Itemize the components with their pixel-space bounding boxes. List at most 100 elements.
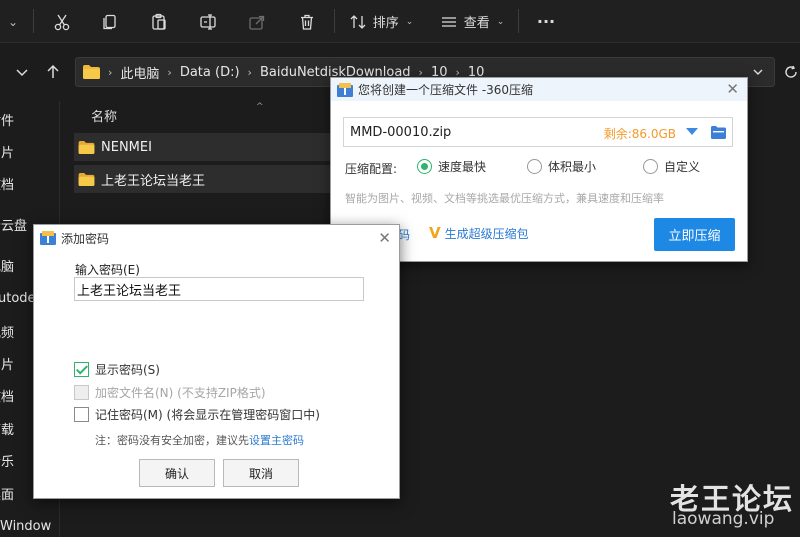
more-icon: ··· (536, 12, 556, 31)
chevron-right-icon: › (108, 65, 113, 79)
vip-v-icon: V (429, 224, 441, 242)
sidebar-item[interactable]: Window (0, 511, 59, 537)
share-icon (249, 15, 265, 30)
file-name: NENMEI (101, 139, 152, 155)
security-note: 注：密码没有安全加密，建议先设置主密码 (95, 432, 304, 448)
password-input[interactable]: 上老王论坛当老王 (74, 277, 364, 301)
radio-fastest[interactable]: 速度最快 (417, 158, 486, 175)
sidebar-item[interactable]: 附件 (0, 104, 48, 134)
file-row[interactable]: NENMEI (74, 133, 334, 161)
dialog-title: 添加密码 (61, 231, 110, 246)
folder-icon (78, 172, 95, 186)
password-input-label: 输入密码(E) (75, 263, 140, 277)
add-password-dialog: 添加密码 ✕ 输入密码(E) 上老王论坛当老王 显示密码(S) 加密文件名(N)… (33, 224, 400, 499)
view-label: 查看 (463, 16, 490, 31)
password-value: 上老王论坛当老王 (77, 283, 182, 299)
refresh-icon (785, 65, 797, 78)
checkbox-icon (74, 407, 89, 422)
set-master-password-link[interactable]: 设置主密码 (249, 434, 304, 447)
compress-hint: 智能为图片、视频、文档等挑选最优压缩方式，兼具速度和压缩率 (345, 192, 664, 205)
super-archive-label: 生成超级压缩包 (444, 226, 529, 241)
open-folder-icon[interactable] (711, 126, 726, 139)
radio-label: 自定义 (664, 160, 701, 174)
copy-icon (103, 14, 116, 29)
radio-custom[interactable]: 自定义 (643, 158, 700, 175)
archive-app-icon (337, 82, 353, 97)
view-menu[interactable]: 查看 ⌄ (438, 0, 506, 43)
config-label: 压缩配置: (345, 162, 398, 176)
note-text: 注：密码没有安全加密，建议先 (95, 434, 249, 447)
chevron-right-icon: › (247, 65, 252, 79)
close-icon[interactable]: ✕ (726, 80, 739, 98)
remember-password-checkbox[interactable]: 记住密码(M) (将会显示在管理密码窗口中) (74, 406, 320, 423)
file-row[interactable]: 上老王论坛当老王 (74, 165, 334, 193)
confirm-button[interactable]: 确认 (139, 459, 215, 487)
copy-button[interactable] (96, 0, 124, 43)
file-name: 上老王论坛当老王 (101, 173, 206, 189)
chevron-down-icon: ⌄ (496, 16, 505, 27)
breadcrumb-drive[interactable]: Data (D:) (180, 65, 240, 80)
scissors-icon (54, 14, 70, 30)
sidebar-item[interactable]: 图片 (0, 136, 48, 166)
chevron-down-icon (16, 69, 28, 77)
sort-menu[interactable]: 排序 ⌄ (346, 0, 416, 43)
share-button[interactable] (243, 0, 271, 43)
cut-button[interactable] (48, 0, 76, 43)
sort-icon (350, 14, 366, 29)
radio-label: 体积最小 (548, 160, 597, 174)
sort-caret-icon: ^ (256, 102, 264, 112)
chevron-down-icon (753, 69, 763, 75)
rename-icon (200, 13, 216, 30)
cancel-button[interactable]: 取消 (223, 459, 299, 487)
arrow-up-icon (47, 64, 59, 78)
radio-icon (643, 159, 658, 174)
expand-nav-button[interactable] (12, 43, 32, 101)
new-menu-caret[interactable]: ⌄ (0, 0, 22, 43)
sort-label: 排序 (372, 16, 399, 31)
view-list-icon (441, 16, 456, 27)
checkbox-label: 显示密码(S) (95, 363, 160, 377)
dropdown-arrow-icon[interactable] (686, 128, 698, 135)
dialog-titlebar: 添加密码 (34, 225, 399, 251)
address-history-button[interactable] (748, 43, 768, 101)
checkbox-label: 加密文件名(N) (不支持ZIP格式) (95, 386, 266, 400)
checkbox-label: 记住密码(M) (将会显示在管理密码窗口中) (95, 408, 320, 422)
breadcrumb-this-pc[interactable]: 此电脑 (120, 63, 159, 82)
column-header-name[interactable]: 名称 ^ (91, 102, 264, 125)
toolbar-divider (518, 9, 519, 33)
delete-button[interactable] (293, 0, 321, 43)
up-button[interactable] (42, 43, 64, 101)
more-options-button[interactable]: ··· (533, 0, 559, 43)
close-icon[interactable]: ✕ (378, 229, 391, 247)
rename-button[interactable] (194, 0, 222, 43)
folder-icon (83, 65, 100, 79)
column-header-label: 名称 (91, 110, 118, 125)
archive-app-icon (40, 231, 56, 245)
encrypt-filenames-checkbox[interactable]: 加密文件名(N) (不支持ZIP格式) (74, 384, 266, 401)
paste-button[interactable] (145, 0, 173, 43)
clipboard-icon (152, 13, 166, 30)
watermark-url: laowang.vip (672, 509, 775, 529)
explorer-toolbar: ⌄ 排序 ⌄ 查看 ⌄ ··· (0, 0, 800, 43)
folder-icon (78, 140, 95, 154)
radio-label: 速度最快 (438, 160, 487, 174)
chevron-down-icon: ⌄ (7, 14, 19, 29)
radio-selected-icon (417, 159, 432, 174)
compress-now-button[interactable]: 立即压缩 (654, 218, 735, 251)
archive-filename-field[interactable]: MMD-00010.zip 剩余:86.0GB (343, 117, 733, 147)
refresh-button[interactable] (782, 43, 800, 101)
super-archive-link[interactable]: V 生成超级压缩包 (429, 224, 529, 242)
checkbox-disabled-icon (74, 385, 89, 400)
trash-icon (301, 14, 313, 30)
show-password-checkbox[interactable]: 显示密码(S) (74, 361, 160, 378)
sidebar-item[interactable]: 文档 (0, 168, 48, 198)
radio-smallest[interactable]: 体积最小 (527, 158, 596, 175)
dialog-titlebar: 您将创建一个压缩文件 -360压缩 (331, 78, 747, 101)
toolbar-divider (334, 9, 335, 33)
chevron-down-icon: ⌄ (405, 16, 414, 27)
radio-icon (527, 159, 542, 174)
chevron-right-icon: › (167, 65, 172, 79)
remaining-space: 剩余:86.0GB (603, 127, 676, 141)
checkbox-checked-icon (74, 362, 89, 377)
dialog-title: 您将创建一个压缩文件 -360压缩 (358, 83, 534, 97)
